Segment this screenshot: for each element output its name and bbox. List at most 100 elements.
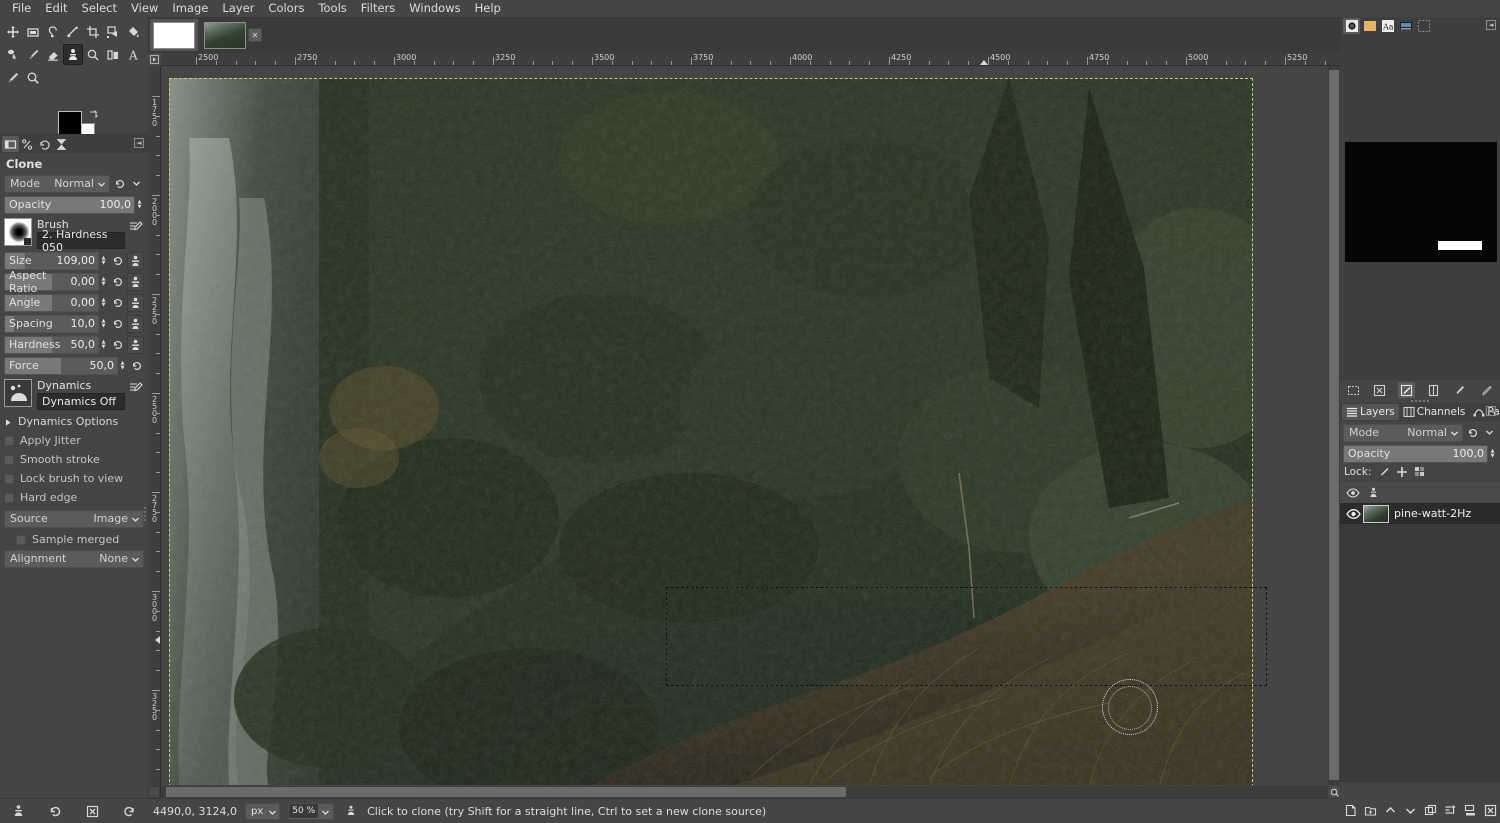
duplicate-layer-button[interactable] — [1422, 802, 1438, 818]
force-slider[interactable]: Force 50,0 — [4, 356, 118, 375]
free-select-tool[interactable] — [43, 21, 63, 42]
swap-colors-icon[interactable] — [88, 109, 100, 121]
lock-pixels-icon[interactable] — [1377, 465, 1391, 478]
anchor-layer-button[interactable] — [1442, 802, 1458, 818]
brush-tag-button[interactable] — [1345, 382, 1362, 398]
aspect-ratio-slider[interactable]: Aspect Ratio 0,00 — [4, 269, 99, 295]
zoom-selector[interactable]: 50 % — [288, 802, 335, 820]
menu-select[interactable]: Select — [75, 0, 124, 17]
menu-tools[interactable]: Tools — [311, 0, 353, 17]
pencil-tool[interactable] — [3, 67, 23, 88]
spacing-spinner[interactable]: ▲ ▼ — [99, 316, 108, 332]
fonts-tab[interactable]: Aa — [1379, 18, 1396, 34]
menu-help[interactable]: Help — [468, 0, 508, 17]
foreground-color-swatch[interactable] — [58, 111, 82, 135]
close-image-icon[interactable]: ✕ — [248, 28, 262, 42]
layer-list[interactable]: pine-watt-2Hz — [1340, 482, 1500, 782]
merge-down-button[interactable] — [1462, 802, 1478, 818]
brush-preview[interactable] — [4, 218, 32, 246]
horizontal-ruler[interactable]: 2500 2750 3000 3250 3500 3750 4000 4250 4500 4750… — [148, 53, 1340, 66]
layer-name[interactable]: pine-watt-2Hz — [1394, 507, 1471, 520]
bucket-fill-tool[interactable] — [123, 21, 143, 42]
tool-options-tab[interactable] — [2, 136, 19, 152]
horizontal-scrollbar[interactable] — [161, 786, 1328, 798]
smudge-tool[interactable] — [3, 44, 23, 65]
visibility-column-icon[interactable] — [1343, 487, 1363, 499]
heal-tool[interactable] — [103, 44, 123, 65]
table-row[interactable]: pine-watt-2Hz — [1340, 503, 1500, 524]
reset-size-icon[interactable] — [110, 252, 125, 269]
transform-tool[interactable] — [103, 21, 123, 42]
layer-visibility-icon[interactable] — [1343, 508, 1363, 520]
move-tool[interactable] — [3, 21, 23, 42]
brushes-tab[interactable] — [1343, 18, 1360, 34]
zoom-tool[interactable] — [23, 67, 43, 88]
dock-menu-icon[interactable]: ◄ — [1486, 20, 1496, 30]
layers-menu-icon[interactable]: ◄ — [1486, 406, 1496, 416]
rectangle-select-tool[interactable] — [23, 21, 43, 42]
dynamics-preview[interactable] — [4, 379, 32, 407]
dynamics-options-expander[interactable]: Dynamics Options — [0, 412, 148, 431]
angle-slider[interactable]: Angle 0,00 — [4, 293, 99, 312]
lower-layer-button[interactable] — [1402, 802, 1418, 818]
forest-image-tab[interactable]: ✕ — [200, 19, 266, 51]
aspect-ratio-spinner[interactable]: ▲ ▼ — [99, 274, 108, 290]
reset-spacing-icon[interactable] — [110, 315, 125, 332]
opacity-spinner[interactable]: ▲ ▼ — [135, 197, 144, 213]
menu-image[interactable]: Image — [165, 0, 215, 17]
new-group-button[interactable] — [1362, 802, 1378, 818]
delete-layer-button[interactable] — [1482, 802, 1498, 818]
angle-dynamics-button[interactable] — [127, 293, 144, 312]
crop-tool[interactable] — [83, 21, 103, 42]
link-column-icon[interactable] — [1363, 487, 1383, 499]
eraser-tool[interactable] — [43, 44, 63, 65]
lock-position-icon[interactable] — [1395, 465, 1409, 478]
reset-force-icon[interactable] — [129, 357, 144, 374]
menu-windows[interactable]: Windows — [402, 0, 467, 17]
layer-opacity-spinner[interactable]: ▲ ▼ — [1488, 446, 1497, 462]
brush-preview-area[interactable] — [1345, 142, 1497, 262]
undo-history-tab[interactable] — [36, 136, 53, 152]
measure-tool[interactable] — [63, 21, 83, 42]
layer-mode-combo[interactable]: Mode Normal — [1343, 423, 1463, 442]
ruler-origin-button[interactable] — [148, 53, 161, 66]
clone-tool[interactable] — [63, 44, 83, 65]
size-slider[interactable]: Size 109,00 — [4, 251, 99, 270]
patterns-tab[interactable] — [1361, 18, 1378, 34]
unit-selector[interactable]: px — [244, 802, 281, 820]
menu-colors[interactable]: Colors — [261, 0, 311, 17]
rectangle-selection[interactable] — [666, 587, 1267, 686]
force-spinner[interactable]: ▲ ▼ — [118, 358, 127, 374]
hard-edge-checkbox[interactable]: Hard edge — [0, 488, 148, 507]
layer-mode-chevron-icon[interactable] — [1482, 424, 1497, 441]
spacing-dynamics-button[interactable] — [127, 314, 144, 333]
alignment-combo[interactable]: Alignment None — [4, 549, 144, 568]
reset-hardness-icon[interactable] — [110, 336, 125, 353]
size-dynamics-button[interactable] — [127, 251, 144, 270]
restore-tool-preset-button[interactable] — [45, 801, 67, 821]
sample-merged-checkbox[interactable]: Sample merged — [0, 530, 148, 549]
hardness-slider[interactable]: Hardness 50,0 — [4, 335, 99, 354]
quick-mask-button[interactable] — [148, 786, 160, 798]
opacity-slider[interactable]: Opacity 100,0 — [4, 195, 135, 214]
new-layer-button[interactable] — [1342, 802, 1358, 818]
tab-layers[interactable]: Layers — [1342, 404, 1399, 420]
size-spinner[interactable]: ▲ ▼ — [99, 253, 108, 269]
dodge-burn-tool[interactable] — [83, 44, 103, 65]
navigation-preview-button[interactable] — [1328, 786, 1340, 798]
hardness-dynamics-button[interactable] — [127, 335, 144, 354]
delete-brush-button[interactable] — [1371, 382, 1388, 398]
apply-jitter-checkbox[interactable]: Apply Jitter — [0, 431, 148, 450]
tab-channels[interactable]: Channels — [1399, 404, 1470, 420]
vertical-ruler[interactable]: 1750 2000 2250 2500 2750 3000 3250 — [148, 66, 161, 798]
reset-tool-options-button[interactable] — [119, 801, 141, 821]
brushes-panel[interactable] — [1340, 35, 1500, 380]
reset-aspect-ratio-icon[interactable] — [110, 273, 125, 290]
reset-mode-icon[interactable] — [112, 175, 127, 192]
raise-layer-button[interactable] — [1382, 802, 1398, 818]
hardness-spinner[interactable]: ▲ ▼ — [99, 337, 108, 353]
paintbrush-tool[interactable] — [23, 44, 43, 65]
text-tool[interactable]: A — [123, 44, 143, 65]
menu-filters[interactable]: Filters — [354, 0, 402, 17]
menu-edit[interactable]: Edit — [38, 0, 74, 17]
